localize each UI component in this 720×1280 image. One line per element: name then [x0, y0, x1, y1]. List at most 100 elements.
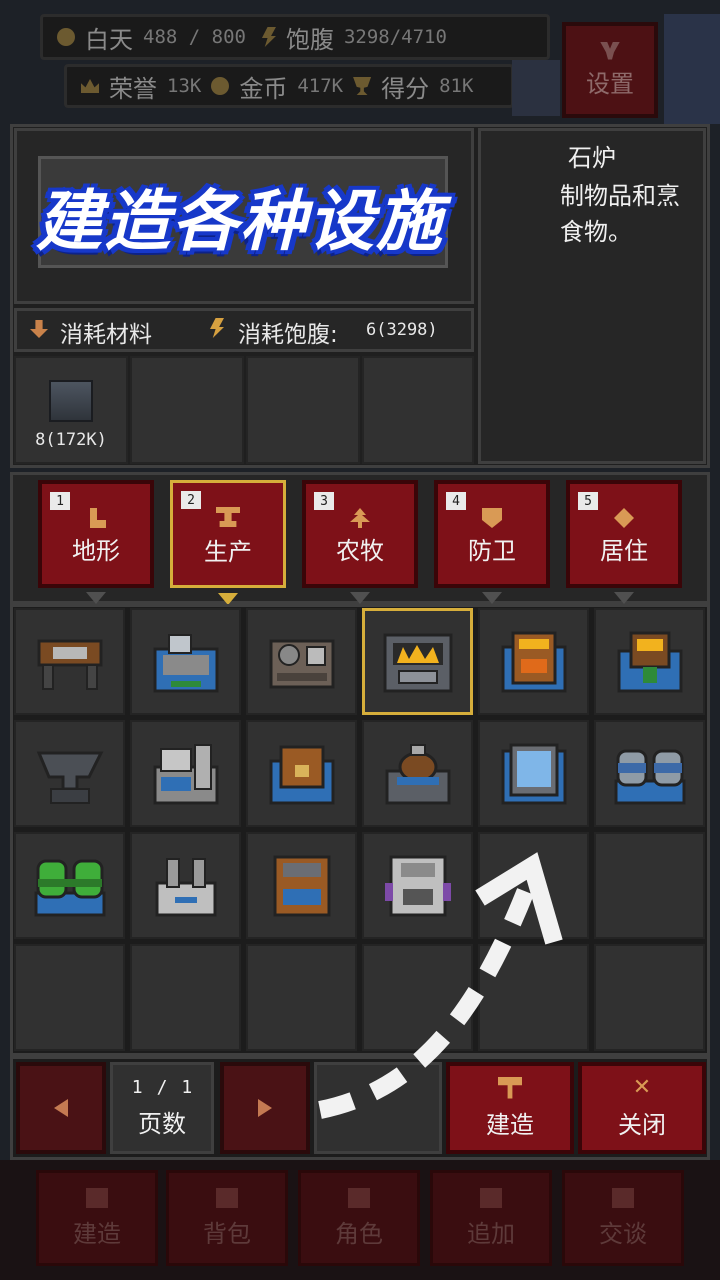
promo-title: 建造各种设施 [36, 183, 444, 260]
building-slot-stone-furnace[interactable] [362, 608, 473, 715]
nav-bag-button[interactable]: 背包 [166, 1170, 288, 1266]
status-bar-second: 荣誉 13K 金币 417K 得分 81K [64, 64, 514, 108]
settings-icon [600, 41, 620, 60]
day-value: 488 / 800 [143, 26, 246, 48]
boot-icon [90, 508, 106, 528]
glass-kiln-icon [501, 743, 566, 804]
close-label: 关闭 [618, 1110, 666, 1139]
satiety-label: 饱腹 [285, 25, 334, 54]
page-total: 1 [181, 1077, 193, 1098]
building-slot-empty[interactable] [130, 944, 241, 1051]
close-button[interactable]: ✕ 关闭 [578, 1062, 706, 1154]
nav-build-button[interactable]: 建造 [36, 1170, 158, 1266]
building-slot-spinning-wheel[interactable] [362, 720, 473, 827]
gold-coin-icon [211, 77, 230, 95]
honor-value: 13K [167, 75, 202, 97]
building-slot-anvil[interactable] [14, 720, 125, 827]
tab-label: 防卫 [468, 537, 516, 565]
page-label: 页数 [138, 1110, 186, 1138]
building-slot-assembler[interactable] [130, 720, 241, 827]
next-page-button[interactable] [220, 1062, 310, 1154]
character-icon [348, 1187, 370, 1208]
building-slot-empty[interactable] [594, 944, 705, 1051]
nav-label: 建造 [73, 1219, 121, 1248]
stone-furnace-icon [383, 633, 452, 692]
spinning-wheel-icon [385, 743, 450, 804]
anvil-table-icon [216, 507, 240, 527]
sun-icon [57, 28, 75, 46]
tab-terrain[interactable]: 1 地形 [38, 480, 154, 604]
building-slot-glass-kiln[interactable] [478, 720, 589, 827]
material-slot[interactable]: 8(172K) [14, 356, 128, 464]
settings-button[interactable]: 设置 [562, 22, 658, 118]
tab-farming[interactable]: 3 农牧 [302, 480, 418, 604]
tab-label: 居住 [600, 537, 648, 565]
honor-label: 荣誉 [109, 74, 157, 103]
smelter-icon [617, 631, 682, 692]
sprout-icon [350, 508, 370, 528]
green-tanks-icon [34, 859, 105, 916]
assembler-icon [153, 743, 218, 804]
day-label: 白天 [85, 25, 133, 54]
guide-arrow-icon [318, 852, 563, 1119]
nav-label: 交谈 [599, 1219, 647, 1248]
settings-label: 设置 [586, 69, 634, 98]
prev-page-button[interactable] [16, 1062, 106, 1154]
gold-label: 金币 [239, 74, 288, 103]
satiety-value: 3298/4710 [343, 26, 447, 48]
world-background-strip [512, 60, 560, 116]
page-current: 1 [131, 1077, 143, 1098]
building-slot-chest-machine[interactable] [246, 720, 357, 827]
building-slot-crafting-station[interactable] [130, 608, 241, 715]
building-slot-lab-bench[interactable] [130, 832, 241, 939]
crafting-station-icon [153, 633, 218, 692]
world-background-right [664, 14, 720, 124]
anvil-icon [36, 751, 103, 804]
nav-character-button[interactable]: 角色 [298, 1170, 420, 1266]
nav-talk-button[interactable]: 交谈 [562, 1170, 684, 1266]
nav-label: 追加 [467, 1219, 515, 1248]
building-slot-workbench[interactable] [14, 608, 125, 715]
material-count: 8(172K) [35, 430, 107, 450]
building-slot-grinder[interactable] [246, 608, 357, 715]
tab-pointer-icon [614, 592, 634, 604]
nav-add-button[interactable]: 追加 [430, 1170, 552, 1266]
building-slot-empty[interactable] [14, 944, 125, 1051]
tab-defense[interactable]: 4 防卫 [434, 480, 550, 604]
trophy-icon [353, 77, 372, 95]
page-numbers: 1 / 1 [132, 1077, 193, 1098]
gold-value: 417K [297, 75, 344, 97]
material-slot[interactable] [246, 356, 360, 464]
plus-icon [480, 1187, 502, 1208]
arrow-left-icon [54, 1099, 68, 1117]
tab-number: 2 [181, 491, 201, 509]
workbench-icon [37, 639, 102, 690]
shield-icon [482, 508, 502, 528]
crown-icon [81, 79, 99, 93]
tab-housing[interactable]: 5 居住 [566, 480, 682, 604]
tab-label: 地形 [72, 537, 120, 565]
material-slot[interactable] [362, 356, 474, 464]
nav-label: 背包 [203, 1219, 251, 1248]
grinder-icon [269, 639, 334, 688]
tab-pointer-icon [86, 592, 106, 604]
building-slot-tanks[interactable] [594, 720, 705, 827]
bag-icon [216, 1187, 238, 1208]
building-slot-empty[interactable] [594, 832, 705, 939]
building-slot-smelter[interactable] [594, 608, 705, 715]
status-bar-top: 白天 488 / 800 饱腹 3298/4710 [40, 14, 550, 60]
building-slot-oven[interactable] [478, 608, 589, 715]
building-slot-green-tanks[interactable] [14, 832, 125, 939]
oven-icon [501, 631, 566, 692]
lab-bench-icon [155, 857, 216, 916]
material-slot[interactable] [130, 356, 244, 464]
chest-machine-icon [269, 745, 334, 804]
materials-label: 消耗材料 [60, 322, 152, 348]
speech-icon [612, 1187, 634, 1208]
satiety-cost-value: 6(3298) [366, 320, 438, 340]
tab-pointer-icon [350, 592, 370, 604]
tab-label: 农牧 [336, 537, 384, 565]
tab-production[interactable]: 2 生产 [170, 480, 286, 605]
page-indicator: 1 / 1 页数 [110, 1062, 214, 1154]
satiety-cost-label: 消耗饱腹: [238, 322, 338, 348]
